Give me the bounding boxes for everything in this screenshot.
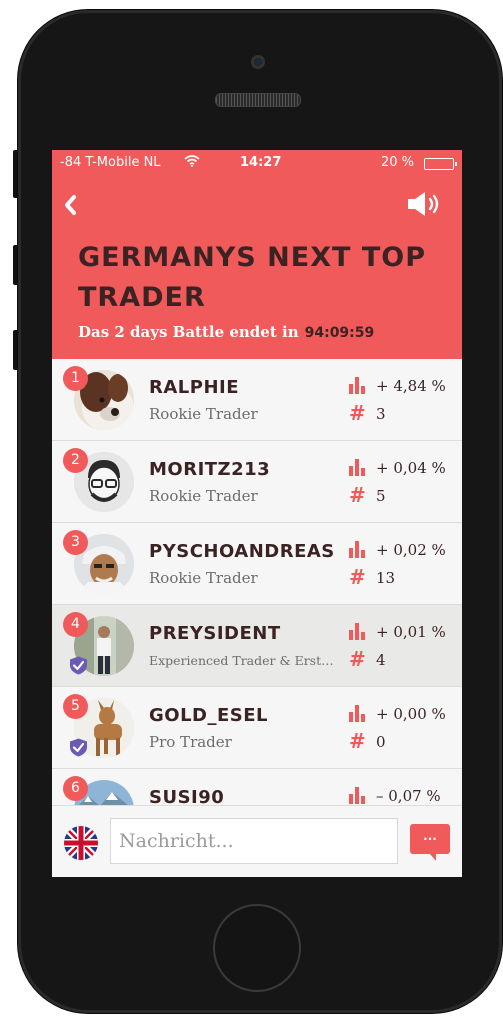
front-camera	[251, 55, 265, 69]
countdown-time: 94:09:59	[304, 325, 375, 341]
battery-label: 20 %	[381, 155, 415, 170]
rank-badge: 3	[63, 530, 88, 555]
carrier-label: -84 T-Mobile NL	[60, 155, 161, 170]
position-value: 5	[376, 487, 386, 505]
username: PREYSIDENT	[149, 623, 281, 644]
rank-badge: 6	[63, 776, 88, 801]
wifi-icon	[184, 155, 200, 167]
trader-level: Experienced Trader & Erste...	[149, 653, 339, 668]
trader-level: Rookie Trader	[149, 405, 258, 423]
chat-bubble-icon: ...	[423, 829, 437, 843]
uk-flag-icon[interactable]	[64, 826, 98, 860]
hash-icon: #	[349, 483, 366, 507]
trader-level: Rookie Trader	[149, 487, 258, 505]
position-value: 4	[376, 651, 386, 669]
hash-icon: #	[349, 729, 366, 753]
leaderboard-row[interactable]: 4 PREYSIDENT Experienced Trader & Erste.…	[52, 605, 462, 687]
leaderboard-row[interactable]: 1 RALPHIE Rookie Trader + 4,84 % # 3	[52, 359, 462, 441]
bar-chart-icon	[349, 787, 365, 804]
page-title: GERMANYS NEXT TOP TRADER	[78, 242, 426, 313]
performance-change: – 0,07 %	[376, 787, 441, 805]
trader-level: Pro Trader	[149, 733, 232, 751]
leaderboard-row[interactable]: 2 MORITZ213 Rookie Trader + 0,04 % # 5	[52, 441, 462, 523]
battle-header: -84 T-Mobile NL 14:27 20 % GERMANYS NEXT…	[52, 150, 462, 359]
clock-label: 14:27	[240, 155, 282, 170]
username: RALPHIE	[149, 377, 240, 398]
performance-change: + 4,84 %	[376, 377, 446, 395]
hash-icon: #	[349, 401, 366, 425]
message-input[interactable]	[110, 818, 398, 864]
performance-change: + 0,00 %	[376, 705, 446, 723]
bar-chart-icon	[349, 705, 365, 722]
username: GOLD_ESEL	[149, 705, 269, 726]
position-value: 0	[376, 733, 386, 751]
username: PYSCHOANDREAS	[149, 541, 335, 562]
performance-change: + 0,04 %	[376, 459, 446, 477]
chevron-left-icon[interactable]	[62, 194, 78, 216]
bar-chart-icon	[349, 377, 365, 394]
earpiece-speaker	[215, 93, 301, 107]
leaderboard-list[interactable]: 1 RALPHIE Rookie Trader + 4,84 % # 3 2 M…	[52, 359, 462, 805]
rank-badge: 1	[63, 366, 88, 391]
username: MORITZ213	[149, 459, 271, 480]
hash-icon: #	[349, 565, 366, 589]
shield-check-icon	[70, 738, 87, 757]
chat-footer: ...	[52, 805, 462, 877]
bar-chart-icon	[349, 459, 365, 476]
rank-badge: 4	[63, 612, 88, 637]
username: SUSI90	[149, 787, 225, 805]
app-screen: -84 T-Mobile NL 14:27 20 % GERMANYS NEXT…	[52, 150, 462, 877]
home-button[interactable]	[213, 904, 301, 992]
hash-icon: #	[349, 647, 366, 671]
performance-change: + 0,01 %	[376, 623, 446, 641]
trader-level: Rookie Trader	[149, 569, 258, 587]
performance-change: + 0,02 %	[376, 541, 446, 559]
leaderboard-row[interactable]: 6 SUSI90 – 0,07 %	[52, 769, 462, 805]
status-bar: -84 T-Mobile NL 14:27 20 %	[52, 150, 462, 176]
leaderboard-row[interactable]: 3 PYSCHOANDREAS Rookie Trader + 0,02 % #…	[52, 523, 462, 605]
position-value: 13	[376, 569, 396, 587]
rank-badge: 2	[63, 448, 88, 473]
shield-check-icon	[70, 656, 87, 675]
rank-badge: 5	[63, 694, 88, 719]
bar-chart-icon	[349, 623, 365, 640]
position-value: 3	[376, 405, 386, 423]
leaderboard-row[interactable]: 5 GOLD_ESEL Pro Trader + 0,00 % # 0	[52, 687, 462, 769]
countdown-label: Das 2 days Battle endet in	[78, 323, 299, 341]
bar-chart-icon	[349, 541, 365, 558]
battery-icon	[424, 158, 457, 170]
send-message-button[interactable]: ...	[410, 824, 450, 861]
speaker-icon[interactable]	[406, 190, 442, 218]
battle-countdown: Das 2 days Battle endet in 94:09:59	[78, 323, 374, 341]
